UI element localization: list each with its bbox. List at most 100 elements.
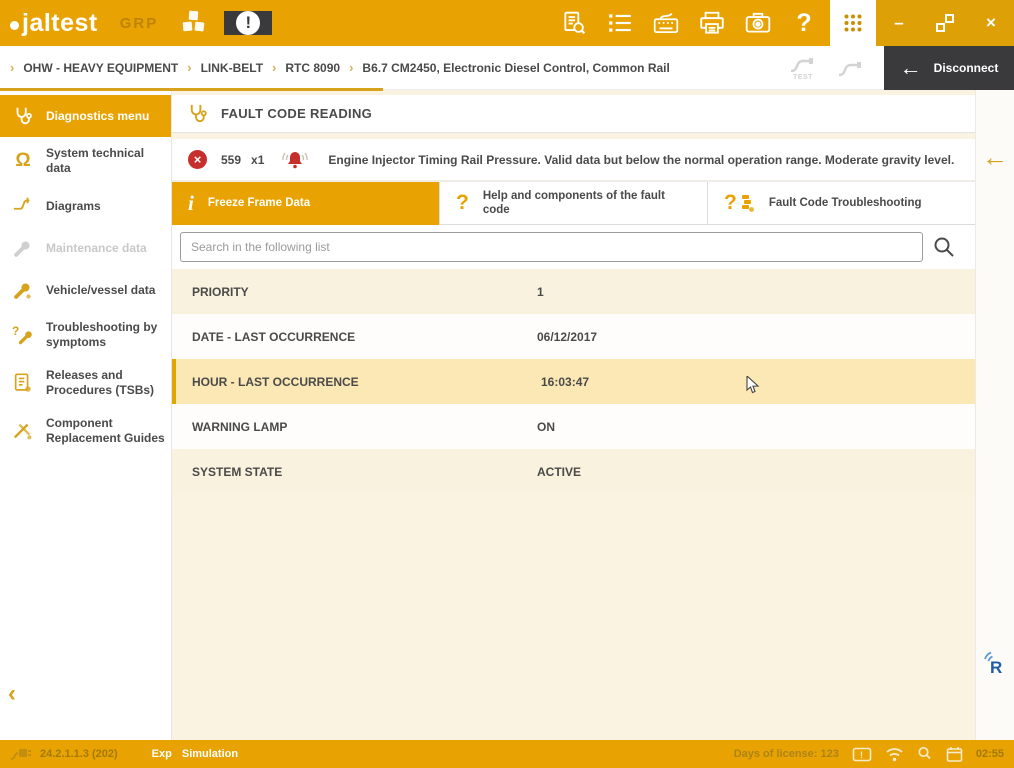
- sidebar-item-releases-procedures[interactable]: Releases and Procedures (TSBs): [0, 359, 171, 407]
- page-title: FAULT CODE READING: [221, 106, 372, 121]
- row-value: ON: [537, 420, 555, 434]
- tab-help-components[interactable]: ? Help and components of the fault code: [440, 182, 708, 225]
- freeze-frame-table: PRIORITY 1 DATE - LAST OCCURRENCE 06/12/…: [172, 269, 975, 494]
- print-icon[interactable]: [692, 0, 732, 46]
- sidebar-item-label: Maintenance data: [46, 241, 147, 256]
- remote-assistance-button[interactable]: R: [976, 650, 1014, 678]
- link-button[interactable]: [836, 57, 866, 79]
- row-label: SYSTEM STATE: [172, 465, 537, 479]
- fault-code-row[interactable]: × 559 x1 Engine Injector Timing Rail Pre…: [172, 139, 975, 181]
- fault-count: x1: [251, 153, 264, 167]
- grid-icon: [843, 13, 863, 33]
- breadcrumb: › OHW - HEAVY EQUIPMENT › LINK-BELT › RT…: [0, 60, 670, 75]
- breadcrumb-item-system[interactable]: OHW - HEAVY EQUIPMENT: [23, 61, 178, 75]
- table-row[interactable]: SYSTEM STATE ACTIVE: [172, 449, 975, 494]
- active-section-underline: [0, 88, 383, 91]
- left-arrow-icon: ←: [900, 57, 922, 79]
- sidebar-item-label: Releases and Procedures (TSBs): [46, 368, 165, 398]
- chevron-right-icon: ›: [349, 60, 353, 75]
- sidebar-item-diagnostics-menu[interactable]: Diagnostics menu: [0, 95, 171, 137]
- sidebar-item-maintenance-data[interactable]: Maintenance data: [0, 227, 171, 269]
- disconnect-button[interactable]: ← Disconnect: [884, 46, 1014, 90]
- window-controls: – ×: [876, 0, 1014, 46]
- search-input[interactable]: [180, 232, 923, 262]
- wrench-icon: [8, 279, 38, 301]
- breadcrumb-item-make[interactable]: LINK-BELT: [201, 61, 263, 75]
- stethoscope-icon: [186, 102, 209, 125]
- version-label: 24.2.1.1.3 (202): [40, 748, 118, 760]
- license-days-label: Days of license: 123: [734, 748, 839, 760]
- fault-code: 559: [221, 153, 241, 167]
- row-label: WARNING LAMP: [172, 420, 537, 434]
- chevron-right-icon: ›: [10, 60, 14, 75]
- stethoscope-icon: [8, 105, 38, 127]
- table-row[interactable]: PRIORITY 1: [172, 269, 975, 314]
- topbar-spacer: [272, 0, 554, 46]
- connector-icon: [10, 746, 32, 762]
- alert-icon: !: [236, 11, 260, 35]
- keyboard-icon[interactable]: [646, 0, 686, 46]
- close-button[interactable]: ×: [976, 13, 1006, 33]
- link-test-button[interactable]: TEST: [788, 55, 818, 81]
- sidebar-item-label: Diagrams: [46, 199, 101, 214]
- topbar-icons: ?: [554, 0, 824, 46]
- document-icon: [8, 372, 38, 394]
- tab-freeze-frame-data[interactable]: i Freeze Frame Data: [172, 182, 440, 225]
- sidebar-item-system-technical-data[interactable]: Ω System technical data: [0, 137, 171, 185]
- remote-icon: R: [981, 650, 1009, 678]
- cubes-icon: [178, 9, 208, 37]
- fault-description: Engine Injector Timing Rail Pressure. Va…: [328, 153, 954, 167]
- svg-text:!: !: [860, 750, 863, 760]
- table-row[interactable]: WARNING LAMP ON: [172, 404, 975, 449]
- svg-text:R: R: [990, 658, 1002, 677]
- tab-fault-code-troubleshooting[interactable]: ? Fault Code Troubleshooting: [708, 182, 975, 225]
- minimize-button[interactable]: –: [884, 13, 914, 33]
- search-row: [172, 225, 975, 269]
- breadcrumb-item-system-detail[interactable]: B6.7 CM2450, Electronic Diesel Control, …: [362, 61, 669, 75]
- jaltest-app-window: jaltest GRP !: [0, 0, 1014, 768]
- row-value: 16:03:47: [541, 375, 589, 389]
- help-icon[interactable]: ?: [784, 0, 824, 46]
- calendar-icon[interactable]: [946, 746, 963, 762]
- table-row[interactable]: DATE - LAST OCCURRENCE 06/12/2017: [172, 314, 975, 359]
- sidebar-item-diagrams[interactable]: Diagrams: [0, 185, 171, 227]
- sidebar-item-label: Diagnostics menu: [46, 109, 149, 124]
- row-label: HOUR - LAST OCCURRENCE: [176, 375, 541, 389]
- wrench-icon: [8, 237, 38, 259]
- table-row-highlighted[interactable]: HOUR - LAST OCCURRENCE 16:03:47: [172, 359, 975, 404]
- apps-grid-button[interactable]: [830, 0, 876, 46]
- section-header: FAULT CODE READING: [172, 95, 975, 133]
- sidebar-collapse-button[interactable]: ‹: [8, 682, 16, 706]
- statusbar-right: Days of license: 123 !: [734, 746, 1004, 762]
- sidebar-item-component-replacement-guides[interactable]: Component Replacement Guides: [0, 407, 171, 455]
- sidebar-item-label: Vehicle/vessel data: [46, 283, 155, 298]
- sidebar-item-label: Component Replacement Guides: [46, 416, 165, 446]
- tools-icon: [8, 420, 38, 442]
- breadcrumb-item-model[interactable]: RTC 8090: [285, 61, 340, 75]
- zoom-level-icon[interactable]: [917, 746, 933, 762]
- wifi-icon[interactable]: [885, 747, 904, 762]
- info-icon: i: [188, 190, 194, 216]
- license-card-icon[interactable]: !: [852, 747, 872, 762]
- report-icon[interactable]: [554, 0, 594, 46]
- question-wrench-icon: ?: [8, 324, 38, 346]
- search-icon: [932, 235, 956, 259]
- troubleshooting-icon: ?: [724, 190, 755, 216]
- row-label: PRIORITY: [172, 285, 537, 299]
- status-bar: 24.2.1.1.3 (202) Exp Simulation Days of …: [0, 740, 1014, 768]
- alerts-button[interactable]: !: [224, 11, 272, 35]
- sidebar-item-vehicle-vessel-data[interactable]: Vehicle/vessel data: [0, 269, 171, 311]
- back-button[interactable]: ←: [976, 144, 1014, 170]
- list-icon[interactable]: [600, 0, 640, 46]
- test-label: TEST: [793, 74, 813, 81]
- connection-area: TEST ← Disconnect: [788, 46, 1014, 90]
- sidebar-item-troubleshooting-by-symptoms[interactable]: ? Troubleshooting by symptoms: [0, 311, 171, 359]
- row-value: 06/12/2017: [537, 330, 597, 344]
- screenshot-icon[interactable]: [738, 0, 778, 46]
- search-button[interactable]: [923, 235, 965, 259]
- omega-icon: Ω: [8, 149, 38, 173]
- warning-bell-icon: [280, 147, 310, 173]
- fault-tabs: i Freeze Frame Data ? Help and component…: [172, 181, 975, 225]
- logo-area: jaltest GRP !: [0, 0, 272, 46]
- row-label: DATE - LAST OCCURRENCE: [172, 330, 537, 344]
